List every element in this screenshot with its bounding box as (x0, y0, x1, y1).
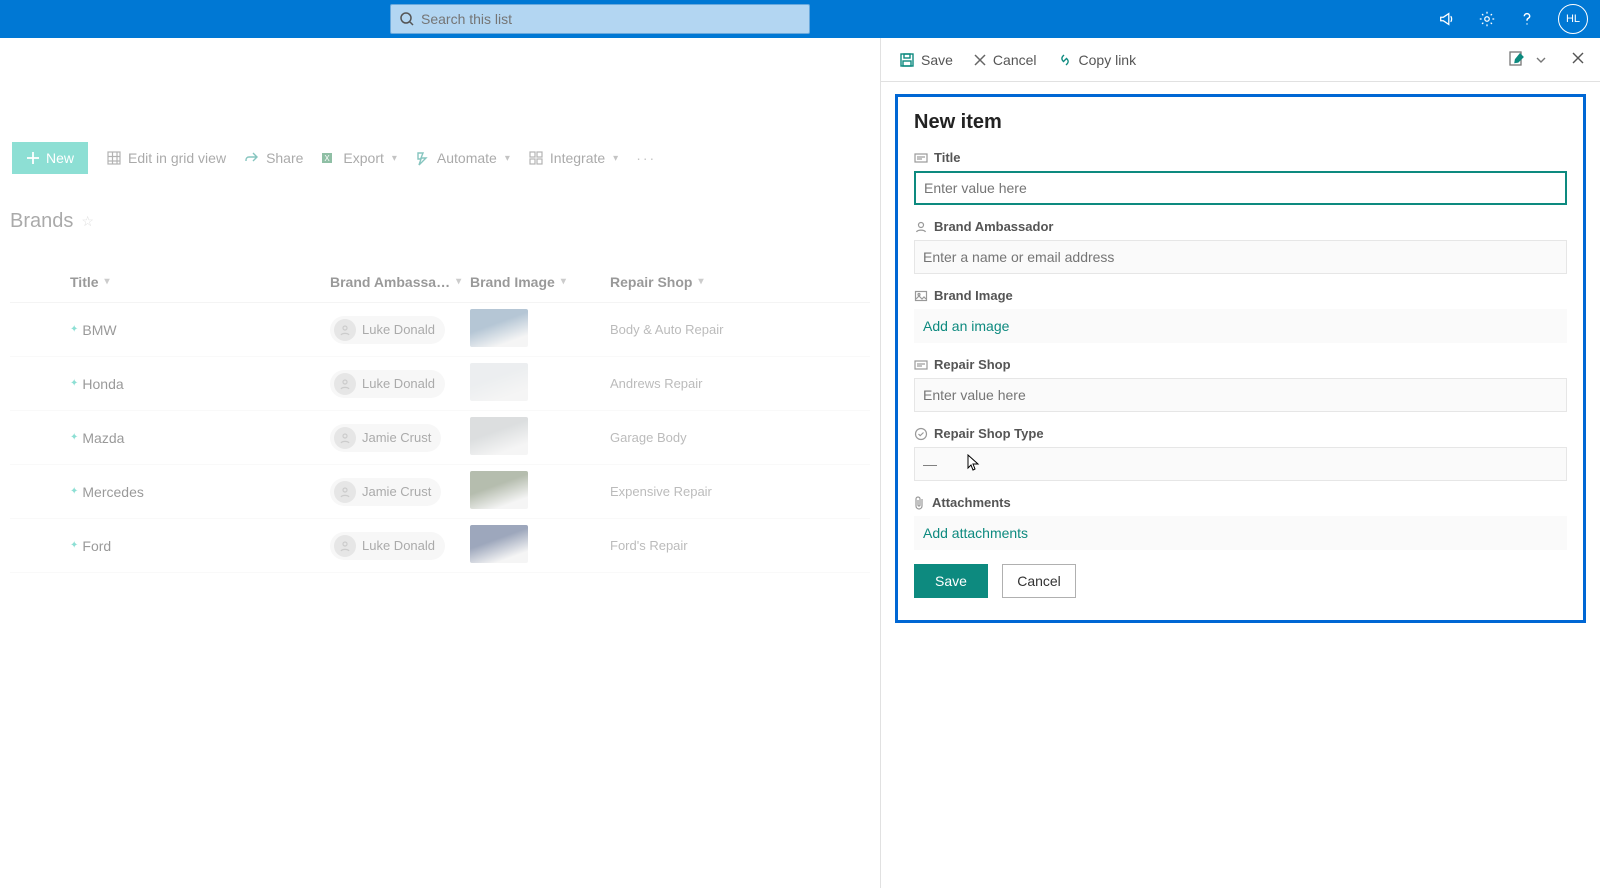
add-image-link[interactable]: Add an image (914, 309, 1567, 343)
brand-image-label: Brand Image (934, 288, 1013, 303)
cancel-button[interactable]: Cancel (1002, 564, 1076, 598)
gear-icon[interactable] (1478, 10, 1496, 28)
chevron-down-icon[interactable] (1536, 55, 1546, 65)
panel-save-button[interactable]: Save (899, 52, 953, 68)
help-icon[interactable] (1518, 10, 1536, 28)
attachment-icon (914, 496, 926, 510)
ambassador-label: Brand Ambassador (934, 219, 1053, 234)
add-attachments-link[interactable]: Add attachments (914, 516, 1567, 550)
repair-shop-label: Repair Shop (934, 357, 1011, 372)
title-label: Title (934, 150, 961, 165)
repair-type-select[interactable]: — (914, 447, 1567, 481)
repair-type-label: Repair Shop Type (934, 426, 1044, 441)
form-container: New item Title Brand Ambassador Brand Im… (895, 94, 1586, 623)
search-icon (399, 11, 415, 27)
edit-form-icon[interactable] (1508, 49, 1526, 70)
text-field-icon (914, 358, 928, 372)
text-field-icon (914, 151, 928, 165)
ambassador-input[interactable] (914, 240, 1567, 274)
avatar[interactable]: HL (1558, 4, 1588, 34)
attachments-label: Attachments (932, 495, 1011, 510)
search-box[interactable] (390, 4, 810, 34)
megaphone-icon[interactable] (1438, 10, 1456, 28)
picture-icon (914, 289, 928, 303)
title-input[interactable] (914, 171, 1567, 205)
save-button[interactable]: Save (914, 564, 988, 598)
panel-copy-link-button[interactable]: Copy link (1057, 52, 1137, 68)
close-panel-button[interactable] (1570, 50, 1586, 69)
choice-icon (914, 427, 928, 441)
panel-command-bar: Save Cancel Copy link (881, 38, 1600, 82)
panel-cancel-button[interactable]: Cancel (973, 52, 1037, 68)
new-item-panel: Save Cancel Copy link New item Title Bra… (880, 38, 1600, 888)
close-icon (973, 53, 987, 67)
repair-shop-input[interactable] (914, 378, 1567, 412)
app-header: HL (0, 0, 1600, 38)
link-icon (1057, 52, 1073, 68)
person-icon (914, 220, 928, 234)
save-icon (899, 52, 915, 68)
search-input[interactable] (421, 11, 801, 27)
form-title: New item (914, 111, 1567, 134)
